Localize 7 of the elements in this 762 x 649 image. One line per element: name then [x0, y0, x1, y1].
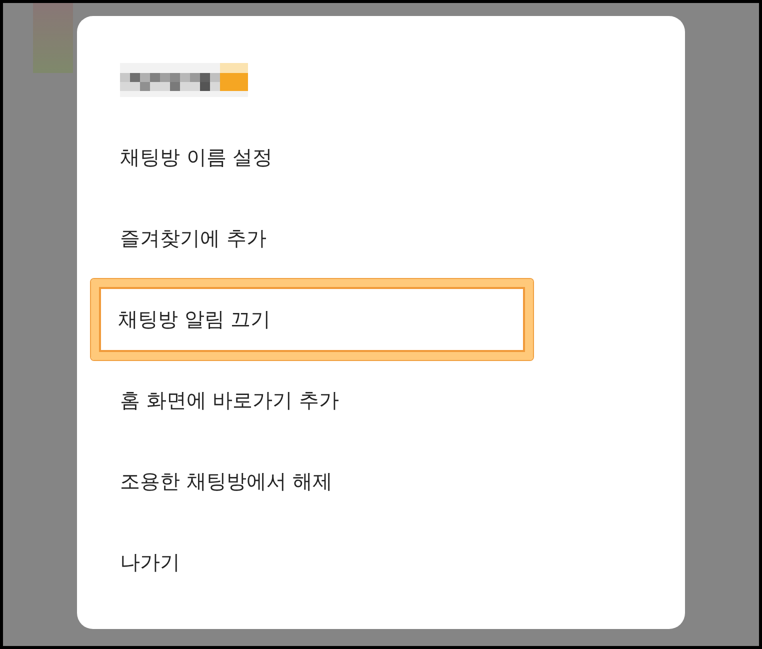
menu-item[interactable]: 채팅방 이름 설정 [120, 144, 273, 171]
menu-item[interactable]: 즐겨찾기에 추가 [120, 225, 266, 252]
blurred-avatar-drawing [33, 3, 73, 73]
menu-item[interactable]: 조용한 채팅방에서 해제 [120, 468, 333, 495]
menu-item[interactable]: 채팅방 알림 끄기 [118, 306, 271, 333]
menu-item[interactable]: 나가기 [120, 549, 180, 576]
menu-item[interactable]: 홈 화면에 바로가기 추가 [120, 387, 340, 414]
